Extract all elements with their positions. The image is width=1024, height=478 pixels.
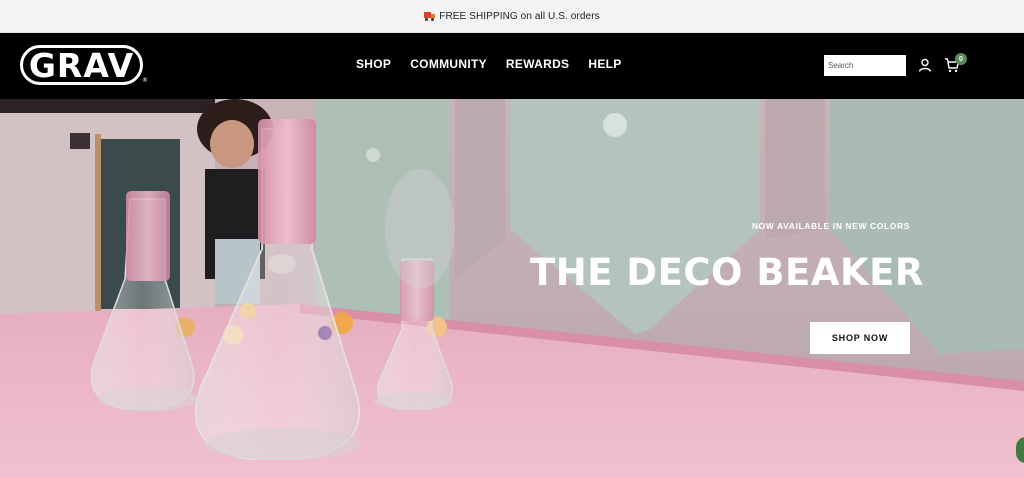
chat-icon[interactable] [1016,437,1024,463]
announcement-text: FREE SHIPPING on all U.S. orders [439,10,600,22]
shop-now-button[interactable]: SHOP NOW [810,322,910,354]
user-icon[interactable] [918,58,932,72]
grav-logo[interactable]: GRAV ® [20,45,148,85]
logo-text: GRAV [28,45,135,85]
main-nav: SHOP COMMUNITY REWARDS HELP [356,57,622,71]
site-header: GRAV ® SHOP COMMUNITY REWARDS HELP 0 [0,33,1024,99]
nav-shop[interactable]: SHOP [356,57,391,71]
nav-community[interactable]: COMMUNITY [410,57,487,71]
search-input[interactable] [824,55,906,76]
registered-mark: ® [142,77,149,84]
truck-icon [424,12,436,21]
hero-eyebrow: NOW AVAILABLE IN NEW COLORS [751,221,910,231]
announcement-bar: FREE SHIPPING on all U.S. orders [0,0,1024,33]
hero-banner: NOW AVAILABLE IN NEW COLORS THE DECO BEA… [0,99,1024,478]
nav-rewards[interactable]: REWARDS [506,57,569,71]
cart-count-badge: 0 [955,53,967,65]
nav-help[interactable]: HELP [588,57,621,71]
hero-title: THE DECO BEAKER [530,251,924,294]
